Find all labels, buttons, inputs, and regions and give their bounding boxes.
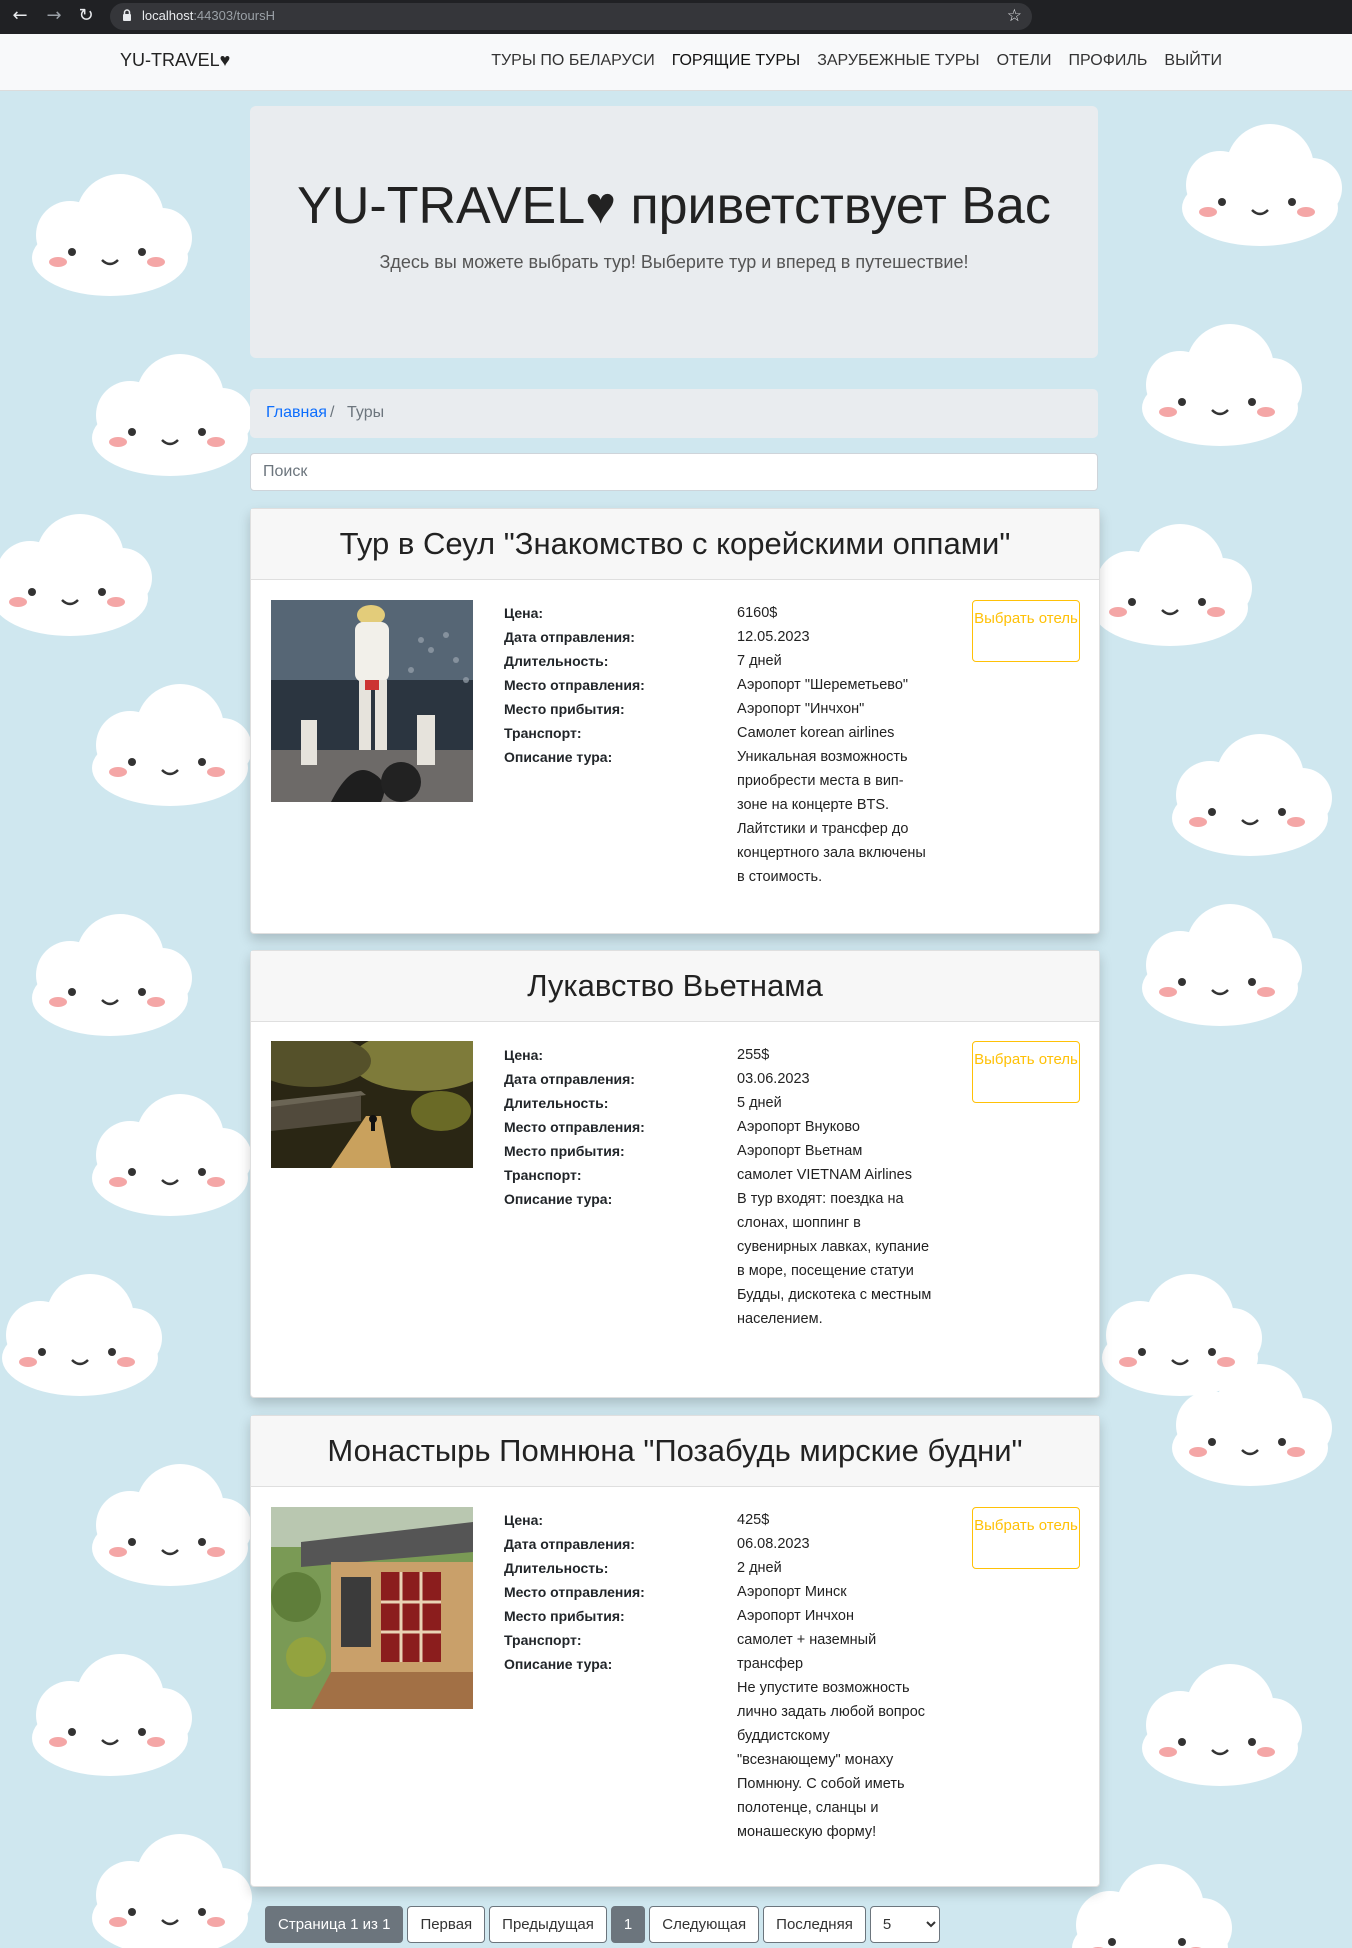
- bookmark-star-icon[interactable]: ☆: [1007, 6, 1022, 26]
- lock-icon: [123, 9, 131, 21]
- price-value: 425$: [737, 1512, 770, 1528]
- date-label: Дата отправления:: [504, 1536, 635, 1552]
- duration-label: Длительность:: [504, 653, 609, 669]
- tour-card: Тур в Сеул "Знакомство с корейскими оппа…: [250, 508, 1100, 934]
- to-value: Аэропорт Вьетнам: [737, 1143, 863, 1159]
- transport-label: Транспорт:: [504, 725, 582, 741]
- to-label: Место прибытия:: [504, 1608, 625, 1624]
- date-value: 03.06.2023: [737, 1071, 810, 1087]
- reload-icon[interactable]: ↻: [74, 4, 98, 28]
- duration-value: 5 дней: [737, 1095, 782, 1111]
- date-label: Дата отправления:: [504, 1071, 635, 1087]
- price-label: Цена:: [504, 1047, 544, 1063]
- transport-value: самолет VIETNAM Airlines: [737, 1167, 912, 1183]
- from-label: Место отправления:: [504, 1119, 645, 1135]
- page-size-select[interactable]: 5: [869, 1906, 940, 1943]
- from-label: Место отправления:: [504, 677, 645, 693]
- to-label: Место прибытия:: [504, 701, 625, 717]
- price-value: 6160$: [737, 605, 778, 621]
- site-navbar: YU-TRAVEL♥ ТУРЫ ПО БЕЛАРУСИ ГОРЯЩИЕ ТУРЫ…: [0, 34, 1352, 91]
- page-info: Страница 1 из 1: [265, 1906, 404, 1943]
- url-text: localhost:44303/toursH: [142, 8, 275, 23]
- address-bar[interactable]: localhost:44303/toursH ☆: [110, 3, 1032, 30]
- next-page-button[interactable]: Следующая: [649, 1906, 760, 1943]
- from-label: Место отправления:: [504, 1584, 645, 1600]
- nav-links: ТУРЫ ПО БЕЛАРУСИ ГОРЯЩИЕ ТУРЫ ЗАРУБЕЖНЫЕ…: [491, 52, 1222, 70]
- breadcrumb-home-link[interactable]: Главная: [266, 404, 327, 422]
- description-label: Описание тура:: [504, 749, 613, 765]
- description-label: Описание тура:: [504, 1191, 613, 1207]
- hero-subtitle: Здесь вы можете выбрать тур! Выберите ту…: [379, 252, 969, 272]
- pagination: Страница 1 из 1 Первая Предыдущая 1 След…: [265, 1906, 940, 1944]
- duration-value: 7 дней: [737, 653, 782, 669]
- choose-hotel-button[interactable]: Выбрать отель: [972, 1507, 1080, 1569]
- breadcrumb-current: Туры: [347, 404, 385, 421]
- tour-photo[interactable]: [271, 1507, 473, 1709]
- from-value: Аэропорт Минск: [737, 1584, 847, 1600]
- tour-title: Монастырь Помнюна "Позабудь мирские будн…: [251, 1416, 1099, 1487]
- price-label: Цена:: [504, 1512, 544, 1528]
- tour-card: Монастырь Помнюна "Позабудь мирские будн…: [250, 1415, 1100, 1887]
- last-page-button[interactable]: Последняя: [763, 1906, 866, 1943]
- first-page-button[interactable]: Первая: [407, 1906, 486, 1943]
- transport-label: Транспорт:: [504, 1632, 582, 1648]
- brand-logo[interactable]: YU-TRAVEL♥: [120, 50, 230, 71]
- price-value: 255$: [737, 1047, 770, 1063]
- date-value: 06.08.2023: [737, 1536, 810, 1552]
- hero-jumbotron: YU-TRAVEL♥ приветствует Вас Здесь вы мож…: [250, 106, 1098, 358]
- current-page-button[interactable]: 1: [610, 1906, 646, 1943]
- duration-value: 2 дней: [737, 1560, 782, 1576]
- tour-card: Лукавство Вьетнама Цена: Дата отправлени…: [250, 950, 1100, 1398]
- hero-title: YU-TRAVEL♥ приветствует Вас: [297, 177, 1051, 235]
- forward-icon[interactable]: →: [42, 4, 66, 28]
- browser-toolbar: ← → ↻ localhost:44303/toursH ☆: [0, 0, 1352, 34]
- tour-title: Лукавство Вьетнама: [251, 951, 1099, 1022]
- transport-value: самолет + наземный трансфер: [737, 1632, 877, 1672]
- description-value: Не упустите возможность лично задать люб…: [737, 1680, 926, 1840]
- from-value: Аэропорт "Шереметьево": [737, 677, 909, 693]
- date-label: Дата отправления:: [504, 629, 635, 645]
- to-value: Аэропорт "Инчхон": [737, 701, 865, 717]
- nav-hot-tours[interactable]: ГОРЯЩИЕ ТУРЫ: [672, 52, 800, 70]
- transport-label: Транспорт:: [504, 1167, 582, 1183]
- price-label: Цена:: [504, 605, 544, 621]
- nav-profile[interactable]: ПРОФИЛЬ: [1068, 52, 1147, 70]
- description-label: Описание тура:: [504, 1656, 613, 1672]
- search-input[interactable]: [250, 453, 1098, 491]
- duration-label: Длительность:: [504, 1560, 609, 1576]
- tour-photo[interactable]: [271, 1041, 473, 1168]
- nav-belarus-tours[interactable]: ТУРЫ ПО БЕЛАРУСИ: [491, 52, 655, 70]
- nav-hotels[interactable]: ОТЕЛИ: [997, 52, 1052, 70]
- tour-photo[interactable]: [271, 600, 473, 802]
- to-value: Аэропорт Инчхон: [737, 1608, 854, 1624]
- choose-hotel-button[interactable]: Выбрать отель: [972, 1041, 1080, 1103]
- breadcrumb-separator: /: [330, 404, 335, 421]
- transport-value: Самолет korean airlines: [737, 725, 895, 741]
- to-label: Место прибытия:: [504, 1143, 625, 1159]
- description-value: Уникальная возможность приобрести места …: [737, 749, 926, 885]
- prev-page-button[interactable]: Предыдущая: [489, 1906, 607, 1943]
- nav-logout[interactable]: ВЫЙТИ: [1164, 52, 1222, 70]
- tour-title: Тур в Сеул "Знакомство с корейскими оппа…: [251, 509, 1099, 580]
- date-value: 12.05.2023: [737, 629, 810, 645]
- duration-label: Длительность:: [504, 1095, 609, 1111]
- description-value: В тур входят: поездка на слонах, шоппинг…: [737, 1191, 932, 1327]
- back-icon[interactable]: ←: [8, 4, 32, 28]
- nav-foreign-tours[interactable]: ЗАРУБЕЖНЫЕ ТУРЫ: [817, 52, 979, 70]
- choose-hotel-button[interactable]: Выбрать отель: [972, 600, 1080, 662]
- breadcrumb: Главная / Туры: [250, 389, 1098, 438]
- from-value: Аэропорт Внуково: [737, 1119, 860, 1135]
